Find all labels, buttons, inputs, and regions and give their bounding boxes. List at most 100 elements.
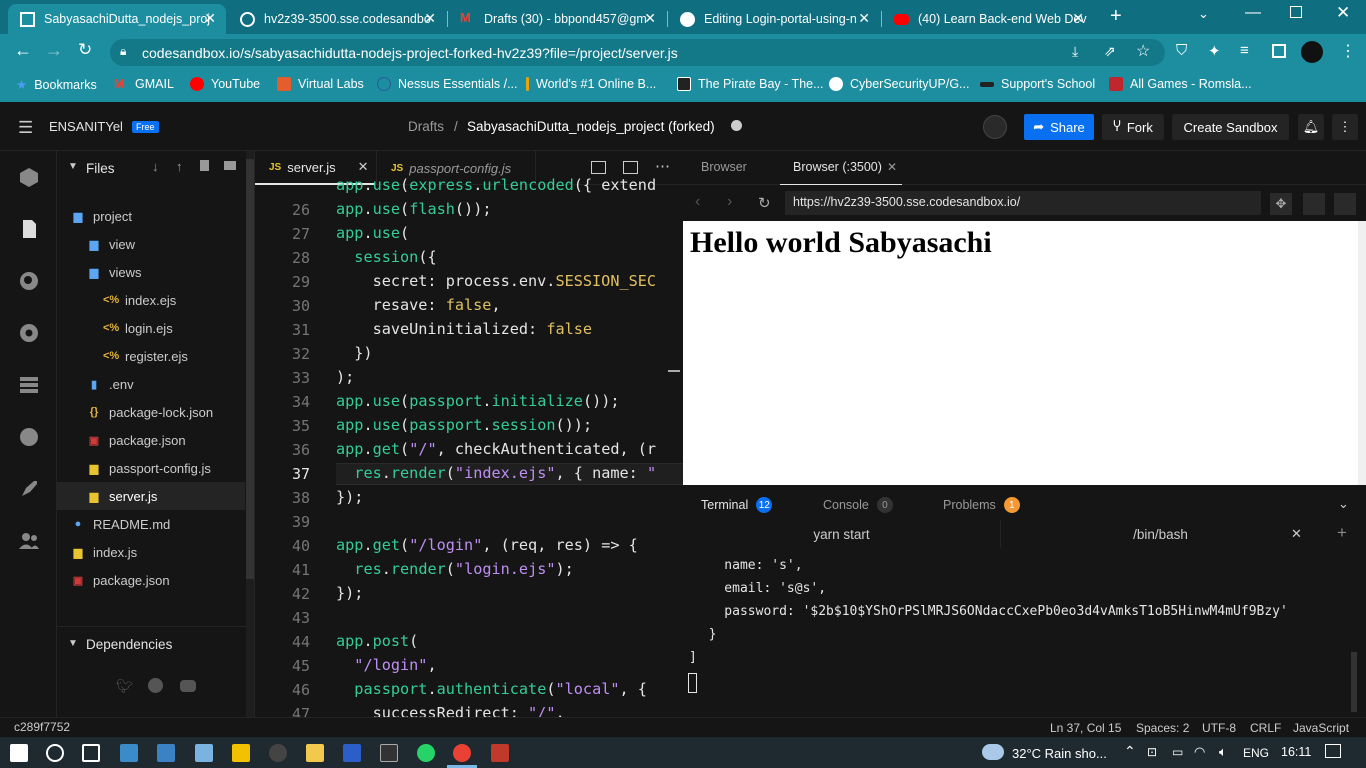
code-line[interactable]: app.use( bbox=[336, 224, 409, 242]
sidepanel-icon[interactable] bbox=[1272, 44, 1286, 58]
brave-shield-icon[interactable]: ⛉ bbox=[1176, 42, 1187, 59]
notifications-bell-icon[interactable]: 🔔︎ bbox=[1298, 114, 1324, 140]
status-commit[interactable]: c289f7752 bbox=[14, 720, 70, 734]
tree-item-register-ejs[interactable]: <% register.ejs bbox=[57, 342, 245, 370]
preview-popout-icon[interactable] bbox=[1303, 193, 1325, 215]
bookmark-item[interactable]: Nessus Essentials /... bbox=[377, 77, 518, 91]
bookmark-item[interactable]: The Pirate Bay - The... bbox=[677, 77, 824, 91]
code-line[interactable]: passport.authenticate("local", { bbox=[336, 680, 647, 698]
preview-back-icon[interactable]: ‹ bbox=[695, 193, 700, 211]
tree-item-server-js[interactable]: ▆ server.js bbox=[57, 482, 245, 510]
github-icon[interactable] bbox=[148, 678, 163, 693]
preview-tools-icon[interactable]: ✥ bbox=[1270, 193, 1292, 215]
tab-terminal[interactable]: Terminal 12 bbox=[701, 497, 773, 513]
share-button[interactable]: ➦ Share bbox=[1024, 114, 1094, 140]
hamburger-menu-icon[interactable]: ☰ bbox=[18, 118, 33, 138]
media-icon[interactable]: ≡ bbox=[1240, 42, 1249, 59]
code-line[interactable]: saveUninitialized: false bbox=[336, 320, 592, 338]
code-line[interactable]: resave: false, bbox=[336, 296, 501, 314]
pane-resize-handle[interactable] bbox=[668, 370, 680, 372]
browser-tab-github[interactable]: Editing Login-portal-using-n ✕ bbox=[668, 4, 880, 34]
close-tab-icon[interactable]: ✕ bbox=[858, 10, 870, 27]
terminal-icon[interactable] bbox=[380, 744, 398, 762]
close-window-icon[interactable]: ✕ bbox=[1336, 3, 1350, 23]
live-collaboration-icon[interactable] bbox=[18, 530, 40, 552]
sticky-notes-icon[interactable] bbox=[232, 744, 250, 762]
tree-item-index-ejs[interactable]: <% index.ejs bbox=[57, 286, 245, 314]
tab-problems[interactable]: Problems 1 bbox=[943, 497, 1020, 513]
code-line[interactable]: res.render("login.ejs"); bbox=[336, 560, 574, 578]
preview-page[interactable] bbox=[683, 221, 1358, 485]
server-control-icon[interactable] bbox=[18, 374, 40, 396]
preview-scrollbar[interactable] bbox=[1358, 221, 1366, 485]
tree-item-login-ejs[interactable]: <% login.ejs bbox=[57, 314, 245, 342]
project-title[interactable]: SabyasachiDutta_nodejs_project (forked) bbox=[467, 119, 715, 134]
new-folder-icon[interactable] bbox=[224, 161, 236, 170]
weather-text[interactable]: 32°C Rain sho... bbox=[1012, 746, 1107, 761]
twitter-icon[interactable]: 🐦︎ bbox=[116, 678, 134, 695]
settings-gear-icon[interactable] bbox=[18, 322, 40, 344]
explorer-scrollbar[interactable] bbox=[246, 151, 254, 717]
code-line[interactable]: secret: process.env.SESSION_SEC bbox=[336, 272, 656, 290]
tree-item-passport-config[interactable]: ▆ passport-config.js bbox=[57, 454, 245, 482]
clock-time[interactable]: 16:11 bbox=[1281, 745, 1311, 759]
bookmark-item[interactable]: CyberSecurityUP/G... bbox=[829, 77, 969, 91]
lock-icon[interactable]: 🔒︎ bbox=[120, 44, 126, 59]
status-encoding[interactable]: UTF-8 bbox=[1202, 721, 1236, 735]
preview-reload-icon[interactable]: ↻ bbox=[758, 194, 771, 212]
bookmark-item[interactable]: World's #1 Online B... bbox=[526, 77, 656, 91]
restore-icon[interactable] bbox=[1290, 6, 1302, 18]
bookmark-item[interactable]: M GMAIL bbox=[114, 77, 174, 91]
code-line[interactable]: res.render("index.ejs", { name: " bbox=[336, 464, 656, 482]
tree-item-env[interactable]: ▮ .env bbox=[57, 370, 245, 398]
language-indicator[interactable]: ENG bbox=[1243, 746, 1269, 760]
browser-tab-codesandbox[interactable]: SabyasachiDutta_nodejs_proj ✕ bbox=[8, 4, 226, 34]
search-icon[interactable] bbox=[18, 270, 40, 292]
code-line[interactable]: "/login", bbox=[336, 656, 436, 674]
code-line[interactable]: app.get("/", checkAuthenticated, (r bbox=[336, 440, 656, 458]
bookmark-item[interactable]: All Games - Romsla... bbox=[1109, 77, 1252, 91]
winrar-icon[interactable] bbox=[491, 744, 509, 762]
browser-tab-youtube[interactable]: (40) Learn Back-end Web Dev ✕ bbox=[882, 4, 1094, 34]
code-line[interactable]: }); bbox=[336, 584, 363, 602]
photos-icon[interactable] bbox=[120, 744, 138, 762]
bookmark-item[interactable]: Support's School bbox=[980, 77, 1095, 91]
browser-tab-gmail[interactable]: M Drafts (30) - bbpond457@gm ✕ bbox=[448, 4, 666, 34]
status-indentation[interactable]: Spaces: 2 bbox=[1136, 721, 1189, 735]
bookmark-item[interactable]: Virtual Labs bbox=[277, 77, 364, 91]
split-editor-icon[interactable] bbox=[591, 161, 606, 174]
close-tab-icon[interactable]: ✕ bbox=[887, 160, 897, 174]
reload-icon[interactable]: ↻ bbox=[78, 40, 92, 60]
back-icon[interactable]: ← bbox=[14, 40, 32, 61]
extensions-icon[interactable]: ✦ bbox=[1208, 42, 1221, 60]
notifications-icon[interactable] bbox=[1325, 744, 1341, 758]
tree-item-project[interactable]: ▆ project bbox=[57, 202, 245, 230]
wifi-icon[interactable]: ◠ bbox=[1194, 744, 1205, 760]
code-line[interactable]: app.use(express.urlencoded({ extend bbox=[336, 176, 656, 194]
sort-down-icon[interactable]: ↓ bbox=[152, 159, 159, 174]
tree-item-views[interactable]: ▆ views bbox=[57, 258, 245, 286]
profile-avatar[interactable] bbox=[1301, 41, 1323, 63]
keyboard-icon[interactable] bbox=[157, 744, 175, 762]
preview-forward-icon[interactable]: › bbox=[727, 193, 732, 211]
close-tab-icon[interactable]: ✕ bbox=[1072, 10, 1084, 27]
status-eol[interactable]: CRLF bbox=[1250, 721, 1281, 735]
deploy-rocket-icon[interactable] bbox=[18, 478, 40, 500]
preview-toggle-icon[interactable] bbox=[623, 161, 638, 174]
weather-icon[interactable] bbox=[982, 744, 1004, 760]
install-icon[interactable]: ⤓ bbox=[1072, 43, 1078, 60]
code-line[interactable]: }); bbox=[336, 488, 363, 506]
preview-fullscreen-icon[interactable] bbox=[1334, 193, 1356, 215]
fork-button[interactable]: Ⴤ Fork bbox=[1102, 114, 1164, 140]
tree-item-view[interactable]: ▆ view bbox=[57, 230, 245, 258]
add-session-icon[interactable]: + bbox=[1337, 523, 1347, 543]
code-line[interactable]: successRedirect: "/", bbox=[336, 704, 565, 717]
collapse-chevron-icon[interactable]: ▼ bbox=[68, 161, 78, 172]
session-bin-bash[interactable]: /bin/bash bbox=[1002, 520, 1319, 548]
code-line[interactable]: app.post( bbox=[336, 632, 418, 650]
status-cursor-position[interactable]: Ln 37, Col 15 bbox=[1050, 721, 1121, 735]
breadcrumb-drafts[interactable]: Drafts bbox=[408, 119, 444, 134]
whatsapp-icon[interactable] bbox=[417, 744, 435, 762]
workspace-name[interactable]: ENSANITYel bbox=[49, 119, 123, 134]
battery-icon[interactable]: ▭ bbox=[1172, 745, 1183, 759]
